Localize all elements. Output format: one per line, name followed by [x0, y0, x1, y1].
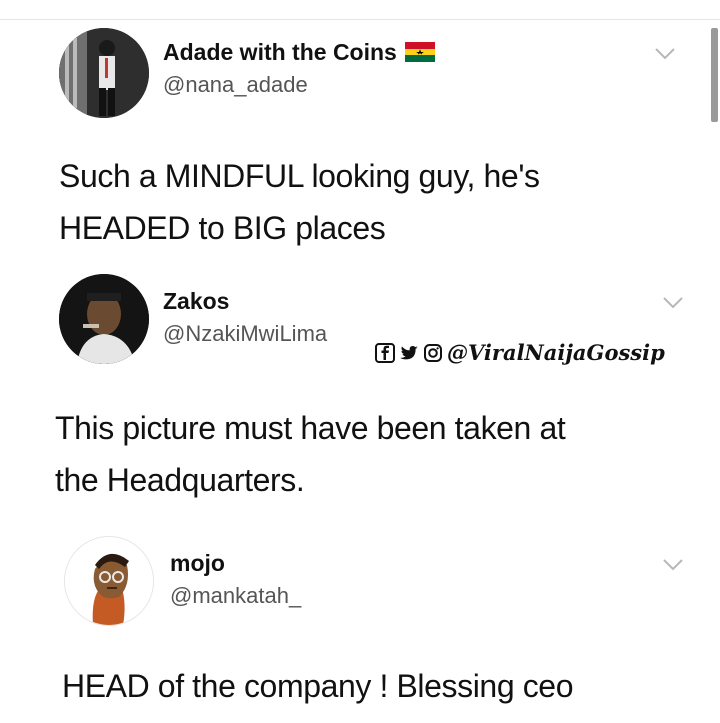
- chevron-down-icon[interactable]: [654, 47, 676, 61]
- watermark: @ViralNaijaGossip: [375, 340, 665, 365]
- tweet-text: Such a MINDFUL looking guy, he's HEADED …: [59, 158, 540, 246]
- tweet-3[interactable]: mojo @mankatah_ HEAD of the company ! Bl…: [0, 520, 720, 723]
- user-handle[interactable]: @nana_adade: [163, 72, 308, 98]
- facebook-icon: [375, 342, 395, 363]
- chevron-down-icon[interactable]: [662, 296, 684, 310]
- tweet-2[interactable]: Zakos @NzakiMwiLima This picture must ha…: [0, 262, 720, 512]
- user-handle[interactable]: @mankatah_: [170, 583, 301, 609]
- tweet-text: HEAD of the company ! Blessing ceo: [62, 668, 574, 704]
- display-name[interactable]: mojo: [170, 550, 225, 577]
- person-photo-icon: [59, 28, 149, 118]
- display-name[interactable]: Zakos: [163, 288, 229, 315]
- tweet-text: This picture must have been taken at the…: [55, 410, 566, 498]
- watermark-handle: @ViralNaijaGossip: [447, 340, 665, 365]
- twitter-icon: [400, 345, 418, 359]
- display-name[interactable]: Adade with the Coins: [163, 39, 436, 66]
- tweet-1[interactable]: Adade with the Coins @nana_adade Such a …: [0, 0, 720, 260]
- instagram-icon: [424, 343, 442, 362]
- avatar[interactable]: [64, 536, 154, 626]
- person-photo-icon: [59, 274, 149, 364]
- avatar[interactable]: [59, 28, 149, 118]
- cartoon-avatar-icon: [65, 537, 153, 625]
- avatar[interactable]: [59, 274, 149, 364]
- ghana-flag-icon: [405, 41, 436, 62]
- chevron-down-icon[interactable]: [662, 558, 684, 572]
- user-handle[interactable]: @NzakiMwiLima: [163, 321, 327, 347]
